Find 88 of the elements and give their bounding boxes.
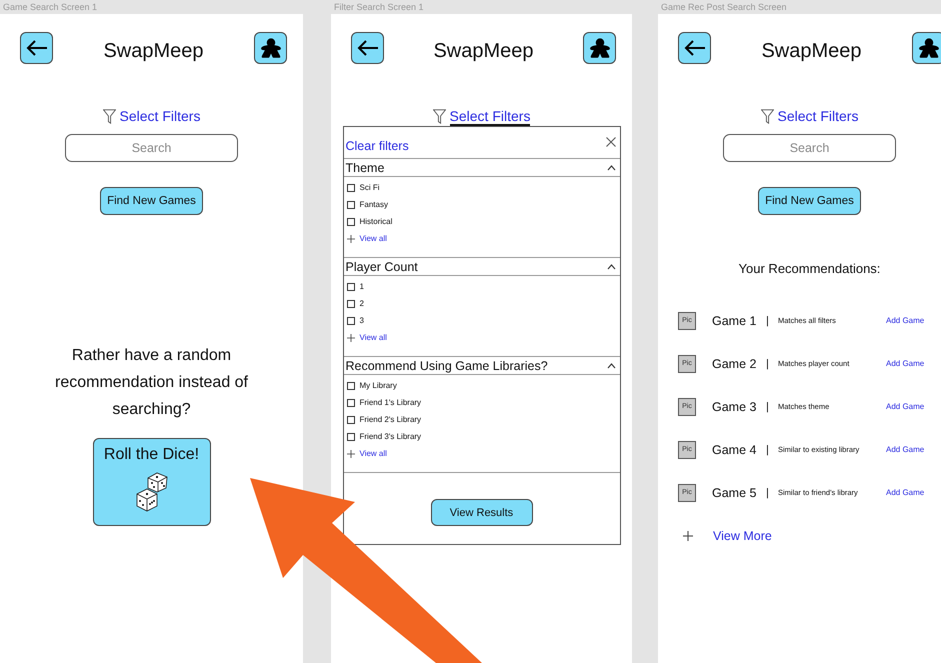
random-prompt-text: Rather have a random recommendation instead of searching? <box>54 346 249 420</box>
game-name: Game 4 <box>712 442 758 456</box>
meeple-icon <box>918 37 940 59</box>
section-title: Theme <box>346 160 384 174</box>
add-game-link[interactable]: Add Game <box>886 316 924 325</box>
separator: | <box>766 444 770 456</box>
back-button[interactable] <box>351 32 384 64</box>
checkbox[interactable] <box>346 316 354 324</box>
clear-filters-link[interactable]: Clear filters <box>346 139 409 153</box>
select-filters-link[interactable]: Select Filters <box>120 108 200 126</box>
option-label: Friend 1's Library <box>360 398 422 407</box>
add-game-link[interactable]: Add Game <box>886 359 924 368</box>
filter-icon <box>432 109 446 124</box>
meeple-icon <box>260 37 282 59</box>
game-name: Game 3 <box>712 400 758 414</box>
add-game-link[interactable]: Add Game <box>886 402 924 411</box>
add-game-link[interactable]: Add Game <box>886 488 924 497</box>
view-all-link[interactable]: View all <box>360 449 387 458</box>
separator: | <box>766 486 770 498</box>
plus-icon <box>683 530 693 540</box>
back-arrow-icon <box>356 40 378 56</box>
separator: | <box>766 400 770 412</box>
checkbox[interactable] <box>346 184 354 192</box>
close-icon <box>606 137 616 147</box>
plus-icon <box>346 450 354 458</box>
chevron-up-icon <box>606 264 616 270</box>
chevron-up-icon <box>606 164 616 170</box>
checkbox[interactable] <box>346 416 354 424</box>
screen-label: Game Search Screen 1 <box>2 1 98 14</box>
dice-icon <box>134 472 170 512</box>
option-label: 1 <box>360 282 364 291</box>
plus-icon <box>346 234 354 242</box>
checkbox[interactable] <box>346 282 354 290</box>
checkbox[interactable] <box>346 300 354 308</box>
find-games-button[interactable]: Find New Games <box>758 187 861 215</box>
option-label: Friend 2's Library <box>360 415 422 424</box>
screen-label: Game Rec Post Search Screen <box>660 1 788 14</box>
add-game-link[interactable]: Add Game <box>886 445 924 454</box>
chevron-up-icon <box>606 362 616 368</box>
app-title: SwapMeep <box>103 40 204 62</box>
search-field[interactable]: Search <box>723 134 896 162</box>
option-label: Friend 3's Library <box>360 432 422 441</box>
option-label: 3 <box>360 316 364 325</box>
game-name: Game 1 <box>712 314 758 328</box>
section-title: Player Count <box>346 260 418 274</box>
recommendations-heading: Your Recommendations: <box>738 261 880 276</box>
profile-button[interactable] <box>912 32 941 64</box>
section-header[interactable]: Theme <box>344 159 620 177</box>
view-all-link[interactable]: View all <box>360 333 387 342</box>
option-label: Fantasy <box>360 200 388 209</box>
meeple-icon <box>588 37 610 59</box>
view-results-button[interactable]: View Results <box>430 499 532 526</box>
app-title: SwapMeep <box>433 40 534 62</box>
checkbox[interactable] <box>346 200 354 208</box>
profile-button[interactable] <box>583 32 616 64</box>
view-all-link[interactable]: View all <box>360 234 387 243</box>
view-more-link[interactable]: View More <box>713 528 772 542</box>
close-button[interactable] <box>606 137 616 147</box>
screen-label: Filter Search Screen 1 <box>333 1 425 14</box>
checkbox[interactable] <box>346 382 354 390</box>
checkbox[interactable] <box>346 432 354 440</box>
roll-dice-button[interactable]: Roll the Dice! <box>92 438 210 526</box>
filter-icon <box>102 109 116 124</box>
option-label: Sci Fi <box>360 183 380 192</box>
option-label: 2 <box>360 299 364 308</box>
find-games-button[interactable]: Find New Games <box>100 187 203 215</box>
option-label: Historical <box>360 217 392 226</box>
checkbox[interactable] <box>346 218 354 226</box>
back-arrow-icon <box>26 40 48 56</box>
game-name: Game 2 <box>712 356 758 370</box>
back-button[interactable] <box>20 32 53 64</box>
select-filters-link[interactable]: Select Filters <box>450 108 530 126</box>
profile-button[interactable] <box>254 32 287 64</box>
separator: | <box>766 314 770 326</box>
section-header[interactable]: Player Count <box>344 258 620 276</box>
back-button[interactable] <box>678 32 711 64</box>
section-header[interactable]: Recommend Using Game Libraries? <box>344 357 620 375</box>
filter-icon <box>760 109 774 124</box>
back-arrow-icon <box>684 40 706 56</box>
search-field[interactable]: Search <box>65 134 238 162</box>
separator: | <box>766 358 770 370</box>
select-filters-link[interactable]: Select Filters <box>778 108 858 126</box>
option-label: My Library <box>360 381 397 390</box>
checkbox[interactable] <box>346 398 354 406</box>
game-name: Game 5 <box>712 486 758 500</box>
plus-icon <box>346 334 354 342</box>
section-title: Recommend Using Game Libraries? <box>346 358 548 372</box>
app-title: SwapMeep <box>761 40 862 62</box>
